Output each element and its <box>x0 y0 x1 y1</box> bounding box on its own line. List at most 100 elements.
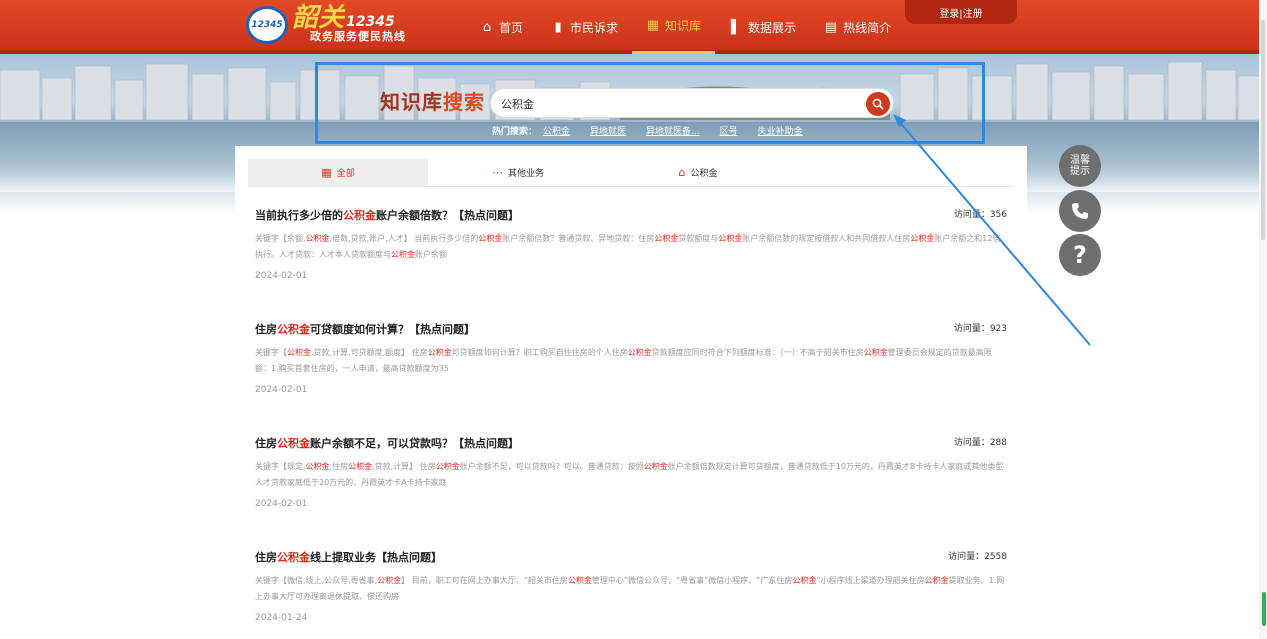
hot-search-item[interactable]: 区号 <box>720 124 738 137</box>
grid-icon: ▦ <box>321 166 332 179</box>
search-box <box>490 88 894 118</box>
result-description: 关键字【余额,公积金,倍数,贷款,账户,人才】 当前执行多少倍的公积金账户余额倍… <box>255 231 1007 263</box>
logo-badge: 12345 <box>246 6 288 44</box>
text-segment: 可贷额度如何计算？【热点问题】 <box>310 323 475 336</box>
keyword-highlight: 公积金 <box>863 348 888 357</box>
hot-search-item[interactable]: 公积金 <box>543 124 570 137</box>
logo-brand-char: 韶关 <box>292 3 345 33</box>
keyword-highlight: 公积金 <box>718 234 743 243</box>
hot-search-item[interactable]: 异地就医备... <box>646 124 700 137</box>
nav-data-display[interactable]: ▌ 数据展示 <box>715 0 810 54</box>
text-segment: 可贷额度如何计算？职工购买自住住房的个人住房 <box>451 348 628 357</box>
side-indicator <box>1262 592 1266 626</box>
result-visits: 访问量：2558 <box>948 552 1007 562</box>
keyword-highlight: 公积金 <box>910 234 935 243</box>
logo-subtitle: 政务服务便民热线 <box>310 30 406 43</box>
text-segment: ”小程序线上渠道办理韶关住房 <box>816 576 925 585</box>
keyword-highlight: 公积金 <box>627 348 652 357</box>
text-segment: 住房 <box>255 551 277 564</box>
nav-home[interactable]: ⌂ 首页 <box>466 0 537 54</box>
tips-button[interactable]: 温馨 提示 <box>1059 145 1101 187</box>
keyword-highlight: 公积金 <box>305 234 330 243</box>
tab-all[interactable]: ▦ 全部 <box>248 159 428 186</box>
question-icon: ? <box>1073 241 1087 269</box>
hot-search-item[interactable]: 异地就医 <box>590 124 626 137</box>
result-visits: 访问量：288 <box>953 438 1007 448</box>
hot-searches-label: 热门搜索： <box>492 127 538 137</box>
book-icon: ▦ <box>646 18 660 33</box>
keyword-highlight: 公积金 <box>792 576 817 585</box>
result-title[interactable]: 住房公积金线上提取业务【热点问题】 <box>255 549 442 565</box>
tips-line1: 温馨 <box>1070 155 1090 166</box>
result-date: 2024-02-01 <box>255 499 308 509</box>
keyword-highlight: 公积金 <box>478 234 503 243</box>
text-segment: 关键字【 <box>255 348 287 357</box>
text-segment: 】 目前，职工可在网上办事大厅、“韶关市住房 <box>401 576 568 585</box>
search-button[interactable] <box>866 92 890 116</box>
keyword-highlight: 公积金 <box>391 250 415 259</box>
text-segment: 管理中心”微信公众号、“粤省事”微信小程序、“广东住房 <box>591 576 793 585</box>
nav-citizen-requests[interactable]: ▮ 市民诉求 <box>537 0 632 54</box>
result-visits: 访问量：356 <box>953 210 1007 220</box>
text-segment: 住房 <box>255 323 277 336</box>
result-date: 2024-02-01 <box>255 271 308 281</box>
nav-knowledge-base[interactable]: ▦ 知识库 <box>632 0 716 54</box>
text-segment: 账户余额 <box>415 250 447 259</box>
keyword-highlight: 公积金 <box>643 462 668 471</box>
text-segment: ,倍数,贷款,账户,人才】 当前执行多少倍的 <box>329 234 479 243</box>
keyword-highlight: 公积金 <box>427 348 452 357</box>
text-segment: 住房 <box>255 437 277 450</box>
text-segment: 账户余额不足，可以贷款吗？【热点问题】 <box>310 437 519 450</box>
text-segment: 账户余额不足，可以贷款吗？可以。普通贷款：按照 <box>459 462 644 471</box>
result-item: 当前执行多少倍的公积金账户余额倍数？【热点问题】 访问量：356 关键字【余额,… <box>255 200 1007 314</box>
text-segment: ,住房 <box>329 462 349 471</box>
text-segment: 账户余额倍数？普通贷款、异地贷款：住房 <box>502 234 655 243</box>
help-button[interactable]: ? <box>1059 234 1101 276</box>
result-description: 关键字【公积金,贷款,计算,可贷额度,额度】 住房公积金可贷额度如何计算？职工购… <box>255 345 1007 377</box>
hot-search-item[interactable]: 失业补助金 <box>758 124 803 137</box>
result-date: 2024-01-24 <box>255 613 308 623</box>
search-icon <box>872 98 884 110</box>
tab-other-business[interactable]: ⋯ 其他业务 <box>428 159 608 186</box>
nav-hotline-intro-label: 热线简介 <box>843 20 892 35</box>
search-input[interactable] <box>501 95 861 113</box>
search-title-part1: 知识库 <box>380 90 443 114</box>
result-item: 住房公积金账户余额不足，可以贷款吗？【热点问题】 访问量：288 关键字【规定,… <box>255 428 1007 542</box>
result-title[interactable]: 住房公积金账户余额不足，可以贷款吗？【热点问题】 <box>255 435 519 451</box>
keyword-highlight: 公积金 <box>654 234 679 243</box>
login-register-link[interactable]: 登录|注册 <box>905 0 1017 24</box>
search-title: 知识库搜索 <box>380 86 485 115</box>
result-title[interactable]: 住房公积金可贷额度如何计算？【热点问题】 <box>255 321 475 337</box>
keyword-highlight: 公积金 <box>348 462 373 471</box>
house-icon: ⌂ <box>678 166 686 179</box>
keyword-highlight: 公积金 <box>277 323 310 336</box>
result-item: 住房公积金线上提取业务【热点问题】 访问量：2558 关键字【微信,线上,公众号… <box>255 542 1007 639</box>
tab-housing-fund-label: 公积金 <box>690 169 718 179</box>
scrollbar-thumb[interactable] <box>1261 20 1265 240</box>
nav-data-display-label: 数据展示 <box>748 20 797 35</box>
more-icon: ⋯ <box>491 166 503 179</box>
site-logo[interactable]: 12345 韶关 12345 政务服务便民热线 <box>246 4 426 46</box>
nav-knowledge-base-label: 知识库 <box>665 19 702 33</box>
keyword-highlight: 公积金 <box>287 348 311 357</box>
tab-all-label: 全部 <box>336 169 355 179</box>
keyword-highlight: 公积金 <box>277 437 310 450</box>
keyword-highlight: 公积金 <box>924 576 949 585</box>
tab-housing-fund[interactable]: ⌂ 公积金 <box>608 159 788 186</box>
text-segment: 关键字【微信,线上,公众号,粤省事, <box>255 576 378 585</box>
keyword-highlight: 公积金 <box>277 551 310 564</box>
phone-button[interactable] <box>1059 190 1101 232</box>
text-segment: 贷款额度应同时符合下列额度标准：（一）不高于韶关市住房 <box>651 348 864 357</box>
document-icon: ▤ <box>824 19 838 35</box>
nav-citizen-requests-label: 市民诉求 <box>570 20 619 35</box>
nav-home-label: 首页 <box>499 20 524 35</box>
tab-other-business-label: 其他业务 <box>507 169 544 179</box>
nav-hotline-intro[interactable]: ▤ 热线简介 <box>810 0 905 54</box>
keyword-highlight: 公积金 <box>435 462 460 471</box>
text-segment: 关键字【规定, <box>255 462 306 471</box>
text-segment: ,贷款,计算,可贷额度,额度】 住房 <box>311 348 428 357</box>
search-title-part2: 搜索 <box>443 90 485 114</box>
bar-chart-icon: ▌ <box>731 19 742 35</box>
text-segment: 账户余额倍数的规定按借款人和共同借款人住房 <box>742 234 911 243</box>
result-title[interactable]: 当前执行多少倍的公积金账户余额倍数？【热点问题】 <box>255 207 519 223</box>
